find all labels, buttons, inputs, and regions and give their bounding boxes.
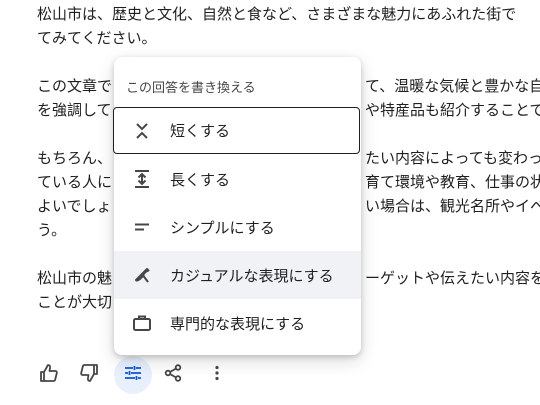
paragraph-line: 松山市は、歴史と文化、自然と食など、さまざまな魅力にあふれた街で (37, 5, 517, 23)
menu-item-simpler[interactable]: シンプルにする (114, 203, 361, 251)
more-options-button[interactable] (198, 356, 236, 394)
menu-header: この回答を書き換える (126, 81, 256, 96)
menu-item-label: 短くする (170, 122, 231, 140)
share-icon (163, 363, 183, 387)
thumbs-up-icon (39, 363, 59, 387)
tune-icon (123, 363, 143, 387)
menu-item-longer[interactable]: 長くする (114, 155, 361, 203)
paragraph-line: ている人に (37, 173, 113, 191)
paragraph-line: よいでしょ (37, 197, 112, 215)
paragraph-line: もちろん、 (37, 149, 113, 167)
share-button[interactable] (154, 356, 192, 394)
menu-item-label: 専門的な表現にする (170, 314, 306, 333)
paragraph-line: たい内容によっても変わっ (365, 149, 540, 167)
simplify-icon (130, 215, 154, 239)
menu-item-label: 長くする (170, 170, 231, 189)
paragraph-line: てみてください。 (37, 29, 157, 47)
paragraph-line: 育て環境や教育、仕事の状 (365, 173, 540, 191)
menu-item-label: カジュアルな表現にする (170, 266, 334, 285)
shorten-icon (130, 119, 154, 143)
modify-response-menu: この回答を書き換える 短くする 長くする シンプルにする カジュアルな表現にする… (113, 57, 361, 355)
thumbs-down-button[interactable] (70, 356, 108, 394)
paragraph-line: て、温暖な気候と豊かな自 (365, 77, 540, 95)
thumbs-down-icon (79, 363, 99, 387)
menu-item-professional[interactable]: 専門的な表現にする (114, 299, 361, 347)
menu-item-label: シンプルにする (170, 218, 275, 237)
modify-response-button[interactable] (114, 356, 152, 394)
paragraph-line: を強調して (37, 101, 112, 119)
paragraph-line: ーゲットや伝えたい内容を (365, 269, 540, 287)
paragraph-line: この文章で (37, 77, 113, 95)
paragraph-line: ことが大切 (37, 293, 113, 311)
lengthen-icon (130, 167, 154, 191)
thumbs-up-button[interactable] (30, 356, 68, 394)
paragraph-line: や特産品も紹介することで (365, 101, 540, 119)
more-vert-icon (207, 363, 227, 387)
menu-item-casual[interactable]: カジュアルな表現にする (114, 251, 361, 299)
casual-icon (130, 263, 154, 287)
menu-item-shorter[interactable]: 短くする (113, 107, 360, 154)
paragraph-line: 松山市の魅 (37, 269, 113, 287)
paragraph-line: い場合は、観光名所やイベ (365, 197, 540, 215)
briefcase-icon (130, 311, 154, 335)
paragraph-line: う。 (37, 221, 67, 239)
response-actions-toolbar (30, 356, 250, 394)
